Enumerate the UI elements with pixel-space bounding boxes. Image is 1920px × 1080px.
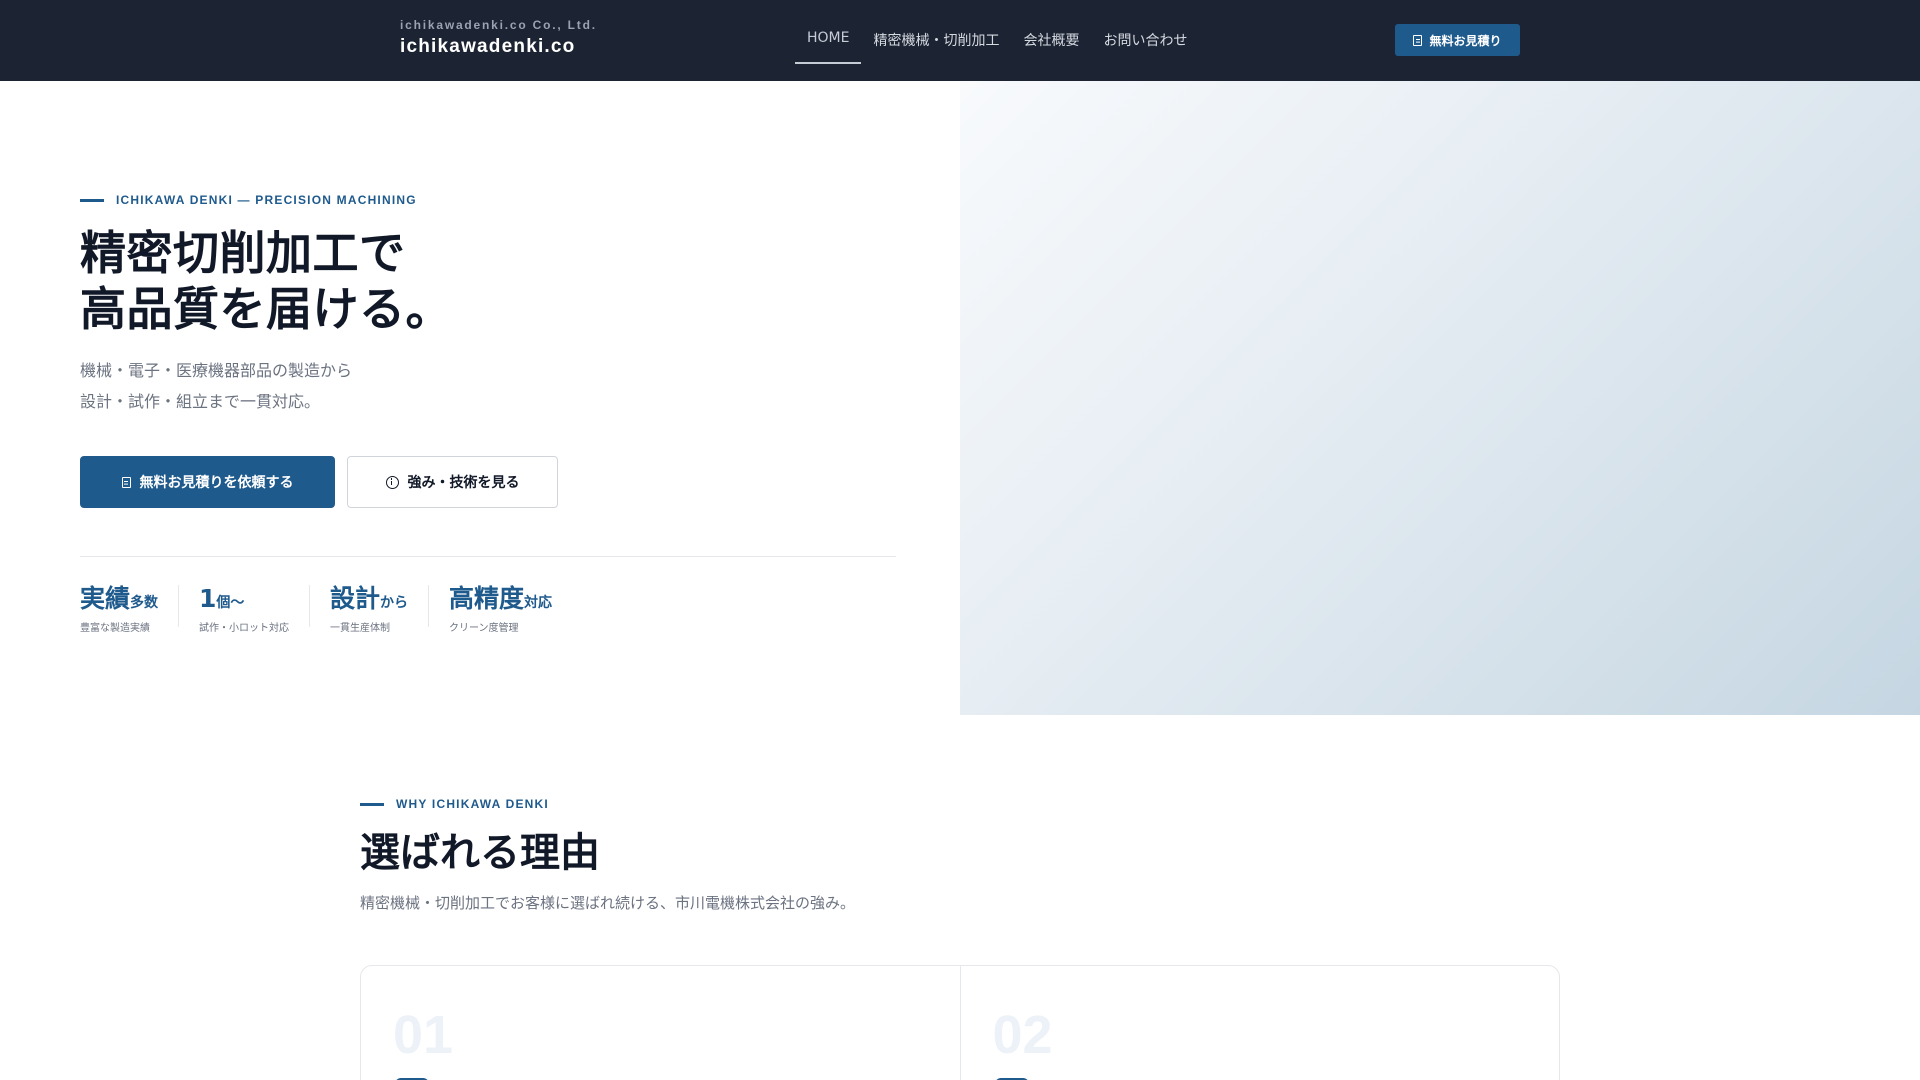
hero-divider bbox=[80, 556, 896, 557]
stat-suffix: 対応 bbox=[524, 595, 553, 611]
card-number: 01 bbox=[393, 1005, 454, 1065]
request-quote-label: 無料お見積りを依頼する bbox=[139, 475, 294, 491]
reason-card: 01 bbox=[361, 966, 960, 1080]
card-number: 02 bbox=[992, 1005, 1053, 1065]
stat-label: クリーン度管理 bbox=[449, 623, 519, 634]
stat-item: 高精度対応 クリーン度管理 bbox=[428, 584, 572, 634]
why-eyebrow-text: WHY ICHIKAWA DENKI bbox=[396, 797, 549, 811]
stat-value: 実績 bbox=[80, 584, 131, 613]
info-icon bbox=[385, 475, 399, 489]
hero-title-line-2: 高品質を届ける。 bbox=[80, 282, 452, 336]
document-icon bbox=[1413, 34, 1423, 46]
eyebrow-accent-line bbox=[360, 802, 384, 806]
hero-title: 精密切削加工で 高品質を届ける。 bbox=[80, 225, 452, 337]
stat-suffix: から bbox=[380, 595, 409, 611]
eyebrow-accent-line bbox=[80, 198, 104, 202]
stat-item: 1個〜 試作・小ロット対応 bbox=[178, 584, 309, 634]
nav-item-home[interactable]: HOME bbox=[795, 22, 862, 64]
view-strengths-button[interactable]: 強み・技術を見る bbox=[347, 456, 558, 508]
hero-desc-line-2: 設計・試作・組立まで一貫対応。 bbox=[80, 392, 321, 411]
hero-eyebrow-text: ICHIKAWA DENKI — PRECISION MACHINING bbox=[116, 193, 417, 207]
stat-item: 実績多数 豊富な製造実績 bbox=[80, 584, 178, 635]
stat-label: 豊富な製造実績 bbox=[80, 623, 150, 634]
header-quote-label: 無料お見積り bbox=[1429, 33, 1502, 48]
hero-image bbox=[960, 81, 1920, 715]
hero-eyebrow: ICHIKAWA DENKI — PRECISION MACHINING bbox=[80, 193, 417, 207]
stat-value: 高精度 bbox=[449, 584, 525, 613]
hero-stats: 実績多数 豊富な製造実績 1個〜 試作・小ロット対応 設計から 一貫生産体制 高… bbox=[80, 584, 572, 635]
section-description: 精密機械・切削加工でお客様に選ばれ続ける、市川電機株式会社の強み。 bbox=[360, 894, 856, 912]
brand-logo[interactable]: ichikawadenki.co Co., Ltd. ichikawadenki… bbox=[400, 18, 597, 58]
header-quote-button[interactable]: 無料お見積り bbox=[1395, 24, 1520, 56]
stat-value: 設計 bbox=[330, 584, 381, 613]
hero-title-line-1: 精密切削加工で bbox=[80, 226, 406, 280]
reason-cards: 01 02 bbox=[360, 965, 1560, 1080]
company-name: ichikawadenki.co bbox=[400, 36, 576, 57]
section-title: 選ばれる理由 bbox=[360, 830, 600, 876]
stat-suffix: 多数 bbox=[130, 595, 159, 611]
stat-value: 1 bbox=[199, 584, 217, 613]
stat-label: 一貫生産体制 bbox=[330, 623, 391, 634]
main-nav: HOME 精密機械・切削加工 会社概要 お問い合わせ bbox=[795, 22, 1199, 64]
site-header: ichikawadenki.co Co., Ltd. ichikawadenki… bbox=[0, 0, 1920, 81]
hero-desc-line-1: 機械・電子・医療機器部品の製造から bbox=[80, 361, 353, 380]
hero-description: 機械・電子・医療機器部品の製造から 設計・試作・組立まで一貫対応。 bbox=[80, 355, 352, 417]
nav-item-company[interactable]: 会社概要 bbox=[1011, 22, 1091, 64]
stat-suffix: 個〜 bbox=[216, 595, 245, 611]
nav-item-contact[interactable]: お問い合わせ bbox=[1091, 22, 1199, 64]
stat-label: 試作・小ロット対応 bbox=[199, 623, 290, 634]
document-icon bbox=[121, 476, 131, 488]
company-subtitle: ichikawadenki.co Co., Ltd. bbox=[400, 18, 597, 32]
why-eyebrow: WHY ICHIKAWA DENKI bbox=[360, 797, 549, 811]
request-quote-button[interactable]: 無料お見積りを依頼する bbox=[80, 456, 335, 508]
stat-item: 設計から 一貫生産体制 bbox=[309, 584, 428, 634]
view-strengths-label: 強み・技術を見る bbox=[407, 475, 520, 491]
reason-card: 02 bbox=[959, 966, 1560, 1080]
nav-item-precision-machining[interactable]: 精密機械・切削加工 bbox=[861, 22, 1011, 64]
